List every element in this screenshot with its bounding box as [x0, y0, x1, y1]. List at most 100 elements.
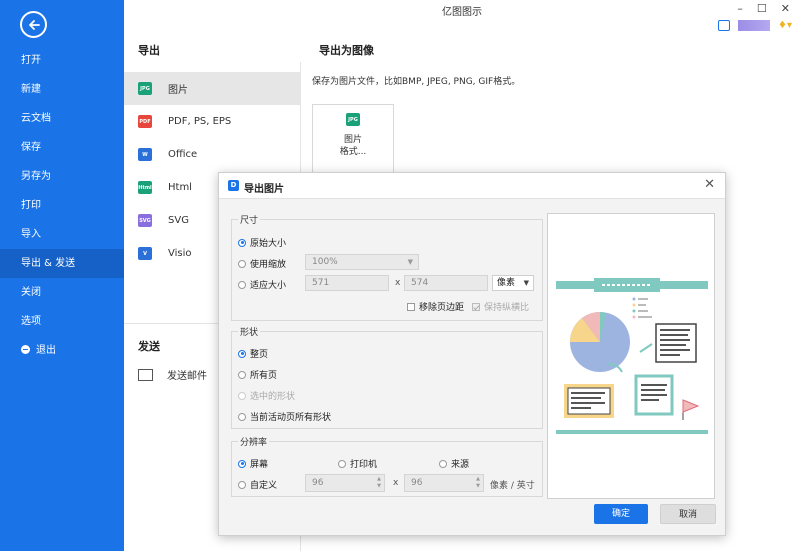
- image-export-description: 保存为图片文件，比如BMP, JPEG, PNG, GIF格式。: [312, 77, 521, 87]
- radio-indicator[interactable]: [238, 480, 246, 489]
- ok-button[interactable]: 确定: [594, 504, 648, 524]
- dpi-unit-label: 像素 / 英寸: [490, 481, 535, 491]
- sidebar-item-options[interactable]: 选项: [0, 307, 124, 336]
- jpg-file-icon: JPG: [138, 82, 152, 95]
- avatar[interactable]: [738, 20, 771, 31]
- image-export-title: 导出为图像: [319, 44, 374, 57]
- radio-indicator[interactable]: [238, 238, 246, 247]
- radio-indicator[interactable]: [338, 459, 346, 468]
- format-item-image[interactable]: JPG 图片: [124, 72, 300, 105]
- sidebar-item-import[interactable]: 导入: [0, 220, 124, 249]
- radio-printer[interactable]: 打印机: [338, 457, 377, 470]
- chevron-down-icon: ▼: [523, 279, 529, 287]
- radio-indicator[interactable]: [238, 259, 246, 268]
- close-icon[interactable]: ✕: [704, 177, 715, 192]
- radio-selected-shapes[interactable]: 选中的形状: [238, 389, 295, 402]
- radio-current-page-all[interactable]: 当前活动页所有形状: [238, 410, 331, 423]
- format-label: 图片: [168, 85, 188, 96]
- format-label: SVG: [168, 215, 189, 226]
- app-title: 亿图图示: [442, 7, 482, 18]
- radio-label: 原始大小: [250, 239, 287, 249]
- premium-gem-icon[interactable]: ♦▾: [778, 20, 792, 31]
- radio-label: 当前活动页所有形状: [250, 413, 332, 423]
- radio-indicator[interactable]: [238, 280, 246, 289]
- radio-indicator[interactable]: [439, 459, 447, 468]
- radio-use-zoom[interactable]: 使用缩放: [238, 257, 286, 270]
- checkbox-indicator[interactable]: [407, 302, 415, 311]
- app-logo-icon: D: [228, 180, 239, 191]
- dpi-y-stepper[interactable]: 96 ▲ ▼: [404, 474, 484, 492]
- size-x-separator: x: [395, 278, 401, 288]
- send-section-title: 发送: [138, 340, 160, 353]
- radio-indicator[interactable]: [238, 391, 246, 400]
- preview-pane: [547, 213, 715, 499]
- unit-select[interactable]: 像素 ▼: [492, 275, 534, 291]
- maximize-icon[interactable]: ☐: [757, 2, 767, 15]
- format-item-pdf[interactable]: PDF PDF, PS, EPS: [124, 105, 300, 138]
- stepper-arrows-icon[interactable]: ▲ ▼: [476, 476, 480, 490]
- radio-screen[interactable]: 屏幕: [238, 457, 268, 470]
- image-format-card[interactable]: JPG 图片 格式...: [312, 104, 394, 176]
- shape-group: 形状 整页 所有页 选中的形状 当前活动页所有形状: [231, 325, 543, 429]
- shape-group-label: 形状: [238, 325, 261, 338]
- sidebar-item-exit[interactable]: 退出: [0, 336, 124, 365]
- radio-indicator[interactable]: [238, 349, 246, 358]
- stepper-arrows-icon[interactable]: ▲ ▼: [377, 476, 381, 490]
- sidebar-item-open[interactable]: 打开: [0, 46, 124, 75]
- radio-indicator[interactable]: [238, 370, 246, 379]
- radio-fit-size[interactable]: 适应大小: [238, 278, 286, 291]
- checkbox-label: 保持纵横比: [484, 303, 530, 313]
- resolution-group-label: 分辨率: [238, 435, 270, 448]
- radio-label: 使用缩放: [250, 260, 287, 270]
- radio-whole-page[interactable]: 整页: [238, 347, 268, 360]
- back-arrow-icon[interactable]: [20, 11, 47, 38]
- zoom-value: 100%: [312, 257, 338, 267]
- checkbox-keep-ratio[interactable]: 保持纵横比: [472, 300, 529, 313]
- checkbox-remove-margin[interactable]: 移除页边距: [407, 300, 464, 313]
- send-mail-label: 发送邮件: [167, 371, 207, 382]
- radio-label: 选中的形状: [250, 392, 296, 402]
- sidebar-item-cloud[interactable]: 云文档: [0, 104, 124, 133]
- format-item-office[interactable]: W Office: [124, 138, 300, 171]
- sidebar-item-print[interactable]: 打印: [0, 191, 124, 220]
- radio-source[interactable]: 来源: [439, 457, 469, 470]
- html-file-icon: Html: [138, 181, 152, 194]
- dpi-x-stepper[interactable]: 96 ▲ ▼: [305, 474, 385, 492]
- sidebar-item-export-send[interactable]: 导出 & 发送: [0, 249, 124, 278]
- cancel-button[interactable]: 取消: [660, 504, 716, 524]
- send-mail-item[interactable]: 发送邮件: [138, 367, 207, 382]
- radio-label: 来源: [451, 460, 470, 470]
- sidebar-item-save-as[interactable]: 另存为: [0, 162, 124, 191]
- width-input[interactable]: 571: [305, 275, 389, 291]
- chevron-down-icon: ▼: [407, 258, 413, 266]
- size-group-label: 尺寸: [238, 213, 261, 226]
- sidebar-item-close[interactable]: 关闭: [0, 278, 124, 307]
- exit-icon: [21, 345, 30, 354]
- title-bar: 亿图图示 – ☐ ✕: [124, 0, 800, 20]
- sidebar-menu: 打开 新建 云文档 保存 另存为 打印 导入 导出 & 发送 关闭 选项 退出: [0, 46, 124, 365]
- checkbox-indicator[interactable]: [472, 302, 480, 311]
- radio-original-size[interactable]: 原始大小: [238, 236, 286, 249]
- radio-all-pages[interactable]: 所有页: [238, 368, 277, 381]
- document-icon[interactable]: [718, 20, 731, 31]
- export-column-title: 导出: [138, 44, 160, 57]
- sidebar-item-save[interactable]: 保存: [0, 133, 124, 162]
- close-window-icon[interactable]: ✕: [781, 2, 790, 15]
- radio-indicator[interactable]: [238, 459, 246, 468]
- sidebar: 打开 新建 云文档 保存 另存为 打印 导入 导出 & 发送 关闭 选项 退出: [0, 0, 124, 551]
- radio-indicator[interactable]: [238, 412, 246, 421]
- radio-label: 打印机: [350, 460, 378, 470]
- word-file-icon: W: [138, 148, 152, 161]
- height-input[interactable]: 574: [404, 275, 488, 291]
- dialog-header: D 导出图片 ✕: [219, 173, 725, 199]
- sidebar-item-new[interactable]: 新建: [0, 75, 124, 104]
- radio-custom[interactable]: 自定义: [238, 478, 277, 491]
- zoom-select[interactable]: 100% ▼: [305, 254, 419, 270]
- format-label: Office: [168, 149, 198, 160]
- format-label: Html: [168, 182, 192, 193]
- mail-icon: [138, 368, 153, 381]
- pdf-file-icon: PDF: [138, 115, 152, 128]
- minimize-icon[interactable]: –: [737, 2, 743, 15]
- diagram-preview-thumbnail: [556, 278, 708, 434]
- dpi-y-value: 96: [411, 478, 423, 488]
